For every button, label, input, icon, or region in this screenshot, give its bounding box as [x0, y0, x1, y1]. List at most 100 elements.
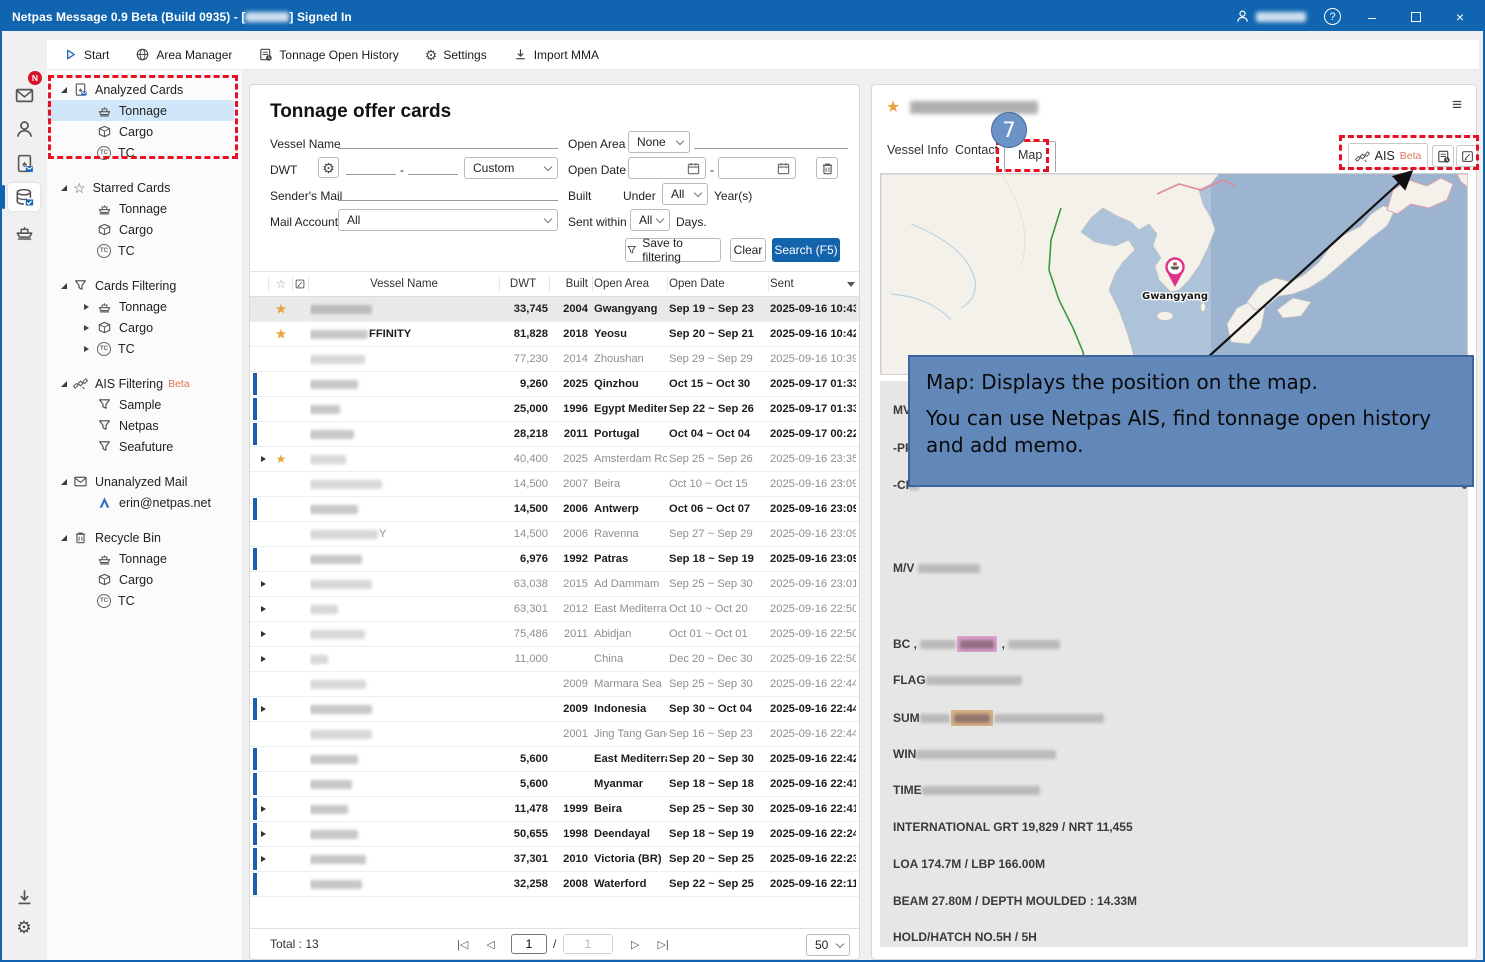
- sidebar-item-tonnage[interactable]: Tonnage: [47, 296, 234, 317]
- row-expander[interactable]: [256, 597, 270, 621]
- sidebar-item-tonnage[interactable]: Tonnage: [47, 548, 234, 569]
- row-star-icon[interactable]: [270, 647, 292, 671]
- table-row[interactable]: ★FFINITY81,8282018YeosuSep 20 ~ Sep 2120…: [250, 322, 859, 347]
- collapsed-twisty-icon[interactable]: [84, 346, 89, 352]
- dwt-settings-button[interactable]: ⚙: [318, 157, 339, 178]
- sidebar-item-cargo[interactable]: Cargo: [47, 317, 234, 338]
- rail-download-button[interactable]: [8, 883, 40, 911]
- row-expander[interactable]: [256, 647, 270, 671]
- last-page-button[interactable]: ▷|: [657, 938, 668, 951]
- table-row[interactable]: 2001Jing Tang GangSep 16 ~ Sep 232025-09…: [250, 722, 859, 747]
- search-button[interactable]: Search (F5): [772, 238, 840, 262]
- first-page-button[interactable]: |◁: [457, 938, 468, 951]
- expanded-twisty-icon[interactable]: [61, 381, 67, 387]
- sidebar-item-seafuture[interactable]: Seafuture: [47, 436, 234, 457]
- page-number-input[interactable]: [511, 934, 547, 954]
- tonnage-open-history-button[interactable]: [1432, 145, 1454, 167]
- add-memo-button[interactable]: [1456, 145, 1478, 167]
- close-button[interactable]: ×: [1447, 9, 1473, 25]
- rail-contacts-button[interactable]: [8, 115, 40, 143]
- open-date-header[interactable]: Open Date: [669, 272, 768, 296]
- sidebar-item-cargo[interactable]: Cargo: [47, 219, 234, 240]
- row-star-icon[interactable]: [270, 847, 292, 871]
- row-star-icon[interactable]: ★: [270, 447, 292, 471]
- mail-account-select[interactable]: All: [338, 209, 558, 231]
- table-row[interactable]: 2009Marmara SeaSep 25 ~ Sep 302025-09-16…: [250, 672, 859, 697]
- table-row[interactable]: 11,000ChinaDec 20 ~ Dec 302025-09-16 22:…: [250, 647, 859, 672]
- table-row[interactable]: 5,600East Mediterranea...Sep 20 ~ Sep 30…: [250, 747, 859, 772]
- row-star-icon[interactable]: [270, 747, 292, 771]
- row-star-icon[interactable]: [270, 872, 292, 896]
- built-select[interactable]: All: [662, 183, 708, 205]
- row-star-icon[interactable]: [270, 522, 292, 546]
- table-row[interactable]: 14,5002006AntwerpOct 06 ~ Oct 072025-09-…: [250, 497, 859, 522]
- row-star-icon[interactable]: [270, 372, 292, 396]
- table-row[interactable]: 63,0382015Ad DammamSep 25 ~ Sep 302025-0…: [250, 572, 859, 597]
- dwt-min-input[interactable]: [346, 157, 396, 175]
- dwt-max-input[interactable]: [408, 157, 458, 175]
- row-star-icon[interactable]: [270, 622, 292, 646]
- table-row[interactable]: 75,4862011AbidjanOct 01 ~ Oct 012025-09-…: [250, 622, 859, 647]
- rail-mail-button[interactable]: [8, 81, 40, 109]
- maximize-button[interactable]: [1403, 12, 1429, 22]
- row-star-icon[interactable]: [270, 722, 292, 746]
- sent-header[interactable]: Sent: [770, 272, 856, 296]
- sidebar-item-tonnage[interactable]: Tonnage: [47, 100, 234, 121]
- favorite-star-icon[interactable]: ★: [886, 97, 900, 117]
- table-row[interactable]: 6,9761992PatrasSep 18 ~ Sep 192025-09-16…: [250, 547, 859, 572]
- table-row[interactable]: 14,5002007BeiraOct 10 ~ Oct 152025-09-16…: [250, 472, 859, 497]
- position-map[interactable]: Gwangyang: [880, 173, 1468, 375]
- expanded-twisty-icon[interactable]: [61, 87, 67, 93]
- rail-settings-button[interactable]: ⚙: [8, 913, 40, 941]
- row-star-icon[interactable]: [270, 797, 292, 821]
- row-expander[interactable]: [256, 622, 270, 646]
- rail-analyzed-cards-button[interactable]: [8, 183, 40, 211]
- note-column-header[interactable]: [292, 272, 308, 296]
- open-date-to-input[interactable]: [718, 157, 796, 179]
- dwt-preset-select[interactable]: Custom: [464, 157, 558, 179]
- row-star-icon[interactable]: [270, 597, 292, 621]
- table-row[interactable]: ★40,4002025Amsterdam Rotter...Sep 25 ~ S…: [250, 447, 859, 472]
- table-row[interactable]: Y14,5002006RavennaSep 27 ~ Sep 292025-09…: [250, 522, 859, 547]
- ais-button[interactable]: AISBeta: [1348, 143, 1428, 169]
- table-row[interactable]: 32,2582008WaterfordSep 22 ~ Sep 252025-0…: [250, 872, 859, 897]
- star-column-header[interactable]: ☆: [270, 272, 292, 296]
- menu-icon[interactable]: ≡: [1452, 95, 1462, 115]
- sent-within-select[interactable]: All: [630, 209, 670, 231]
- next-page-button[interactable]: ▷: [631, 938, 639, 951]
- rail-vessel-button[interactable]: [8, 217, 40, 245]
- row-star-icon[interactable]: [270, 547, 292, 571]
- tab-vessel-info[interactable]: Vessel Info: [887, 143, 948, 157]
- toolbar-start-button[interactable]: Start: [63, 47, 109, 62]
- sidebar-group-starred-cards[interactable]: ☆Starred Cards: [47, 177, 242, 198]
- table-row[interactable]: ★33,7452004GwangyangSep 19 ~ Sep 232025-…: [250, 297, 859, 322]
- toolbar-import-mma-button[interactable]: Import MMA: [513, 47, 599, 62]
- row-star-icon[interactable]: [270, 347, 292, 371]
- row-star-icon[interactable]: [270, 497, 292, 521]
- toolbar-area-manager-button[interactable]: Area Manager: [135, 47, 232, 62]
- table-row[interactable]: 28,2182011PortugalOct 04 ~ Oct 042025-09…: [250, 422, 859, 447]
- toolbar-tonnage-open-history-button[interactable]: Tonnage Open History: [258, 47, 398, 62]
- row-star-icon[interactable]: ★: [270, 297, 292, 321]
- built-header[interactable]: Built: [550, 272, 588, 296]
- row-star-icon[interactable]: [270, 397, 292, 421]
- table-row[interactable]: 2009IndonesiaSep 30 ~ Oct 042025-09-16 2…: [250, 697, 859, 722]
- expanded-twisty-icon[interactable]: [61, 283, 67, 289]
- row-expander[interactable]: [256, 847, 270, 871]
- vessel-name-input[interactable]: [338, 131, 558, 149]
- row-star-icon[interactable]: [270, 422, 292, 446]
- row-expander[interactable]: [256, 822, 270, 846]
- sidebar-group-recycle-bin[interactable]: Recycle Bin: [47, 527, 242, 548]
- sidebar-item-cargo[interactable]: Cargo: [47, 569, 234, 590]
- table-row[interactable]: 9,2602025QinzhouOct 15 ~ Oct 302025-09-1…: [250, 372, 859, 397]
- row-star-icon[interactable]: [270, 672, 292, 696]
- table-row[interactable]: 25,0001996Egypt Mediterrane...Sep 22 ~ S…: [250, 397, 859, 422]
- collapsed-twisty-icon[interactable]: [84, 325, 89, 331]
- sidebar-item-tc[interactable]: TCTC: [47, 338, 234, 359]
- sidebar-group-analyzed-cards[interactable]: Analyzed Cards: [47, 79, 242, 100]
- expanded-twisty-icon[interactable]: [61, 535, 67, 541]
- row-expander[interactable]: [256, 697, 270, 721]
- open-area-input[interactable]: [694, 131, 848, 149]
- account-button[interactable]: [1235, 9, 1306, 24]
- open-date-from-input[interactable]: [628, 157, 706, 179]
